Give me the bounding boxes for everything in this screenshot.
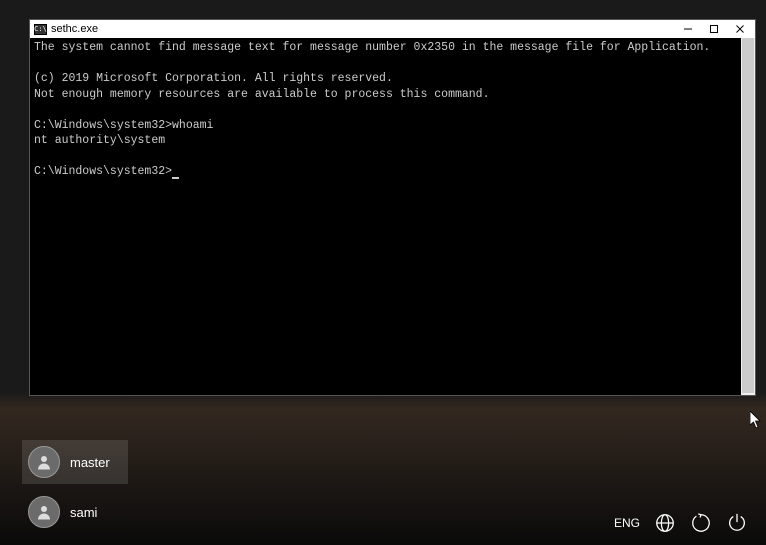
- scrollbar-thumb[interactable]: [742, 38, 754, 393]
- prompt: C:\Windows\system32>: [34, 165, 172, 178]
- vertical-scrollbar[interactable]: [741, 38, 755, 395]
- title-left: C:\ sethc.exe: [34, 23, 98, 35]
- avatar: [28, 446, 60, 478]
- close-button[interactable]: [727, 21, 753, 37]
- command-prompt-window: C:\ sethc.exe The system cannot find mes…: [29, 19, 756, 396]
- command: whoami: [172, 119, 213, 132]
- cmd-icon: C:\: [34, 24, 47, 35]
- person-icon: [35, 453, 53, 471]
- language-indicator[interactable]: ENG: [614, 516, 640, 530]
- output-line: The system cannot find message text for …: [34, 41, 710, 54]
- text-cursor: [172, 177, 179, 179]
- title-bar[interactable]: C:\ sethc.exe: [30, 20, 755, 38]
- output-line: (c) 2019 Microsoft Corporation. All righ…: [34, 72, 393, 85]
- user-label: master: [70, 455, 110, 470]
- user-list: master sami: [22, 440, 128, 534]
- power-icon[interactable]: [726, 512, 748, 534]
- terminal-output[interactable]: The system cannot find message text for …: [30, 38, 741, 395]
- ease-of-access-icon[interactable]: [690, 512, 712, 534]
- avatar: [28, 496, 60, 528]
- terminal-body: The system cannot find message text for …: [30, 38, 755, 395]
- system-tray: ENG: [614, 512, 748, 534]
- output-line: nt authority\system: [34, 134, 165, 147]
- mouse-cursor-icon: [750, 411, 762, 434]
- user-item-master[interactable]: master: [22, 440, 128, 484]
- network-icon[interactable]: [654, 512, 676, 534]
- user-item-sami[interactable]: sami: [22, 490, 128, 534]
- minimize-button[interactable]: [675, 21, 701, 37]
- user-label: sami: [70, 505, 97, 520]
- prompt: C:\Windows\system32>: [34, 119, 172, 132]
- maximize-button[interactable]: [701, 21, 727, 37]
- person-icon: [35, 503, 53, 521]
- window-controls: [675, 21, 753, 37]
- output-line: Not enough memory resources are availabl…: [34, 88, 489, 101]
- window-title: sethc.exe: [51, 23, 98, 35]
